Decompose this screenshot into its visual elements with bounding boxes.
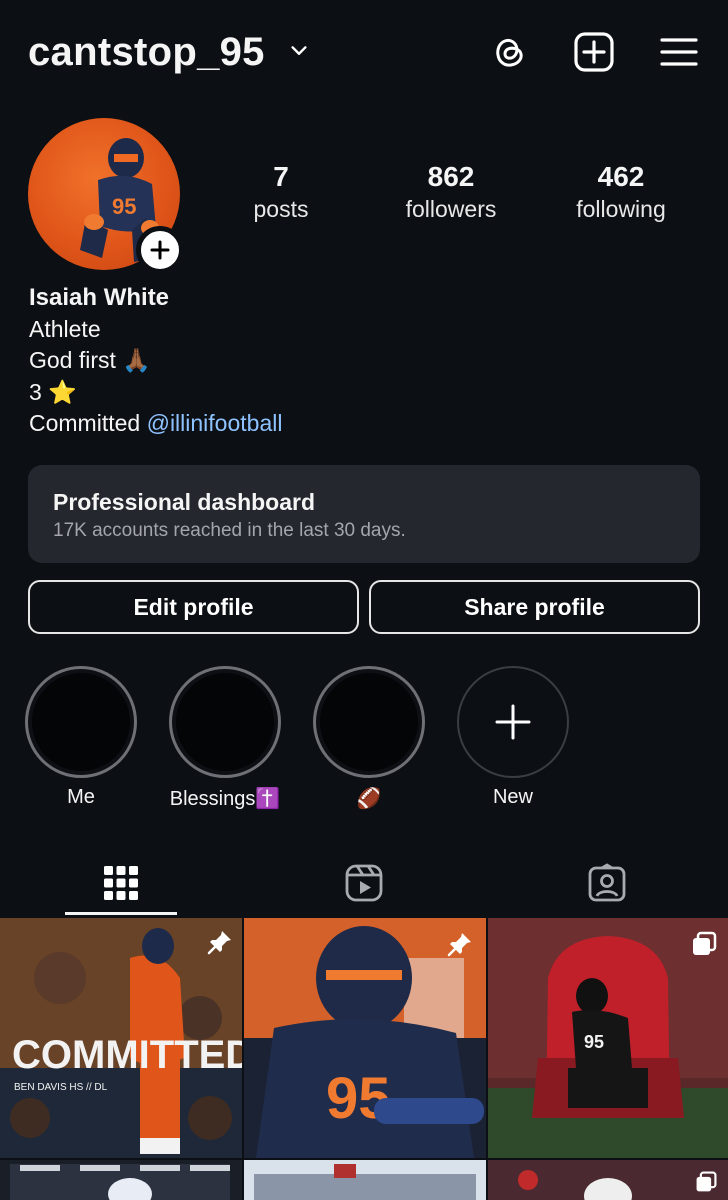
grid-post[interactable] <box>0 1160 242 1200</box>
professional-dashboard[interactable]: Professional dashboard 17K accounts reac… <box>28 465 700 563</box>
edit-profile-button[interactable]: Edit profile <box>28 580 359 634</box>
highlight-ring <box>169 666 281 778</box>
post-thumbnail <box>244 1160 486 1200</box>
pin-icon <box>447 933 471 957</box>
grid-icon <box>104 866 138 900</box>
highlight-me[interactable]: Me <box>25 666 137 809</box>
following-count-label: following <box>576 196 666 222</box>
profile-page: cantstop_95 95 7 posts 862 followers 462… <box>0 0 728 1200</box>
pin-icon <box>207 931 231 955</box>
bio-line: 3 ⭐ <box>29 378 77 405</box>
highlight-label: Me <box>67 786 95 808</box>
svg-text:BEN DAVIS HS // DL: BEN DAVIS HS // DL <box>14 1082 108 1093</box>
top-bar: cantstop_95 <box>0 0 728 110</box>
posts-count[interactable]: 7 posts <box>206 160 356 224</box>
tab-tagged[interactable] <box>486 852 728 914</box>
dashboard-title: Professional dashboard <box>53 489 316 515</box>
grid-post[interactable] <box>488 1160 728 1200</box>
following-count[interactable]: 462 following <box>546 160 696 224</box>
grid-post[interactable] <box>244 1160 486 1200</box>
profile-category: Athlete <box>29 315 101 342</box>
tab-reels[interactable] <box>243 852 485 914</box>
highlight-cover <box>176 673 274 771</box>
highlight-ring <box>457 666 569 778</box>
dashboard-subtitle: 17K accounts reached in the last 30 days… <box>53 520 406 541</box>
posts-count-label: posts <box>253 196 309 222</box>
carousel-icon <box>693 931 717 955</box>
jersey-number: 95 <box>584 1032 604 1052</box>
posts-count-value: 7 <box>273 161 289 192</box>
post-thumbnail <box>0 1160 242 1200</box>
threads-icon[interactable] <box>488 30 532 74</box>
chevron-down-icon[interactable] <box>288 40 310 62</box>
svg-text:95: 95 <box>112 194 136 219</box>
highlight-ring <box>313 666 425 778</box>
profile-bio: Isaiah White Athlete God first 🙏🏾 3 ⭐ Co… <box>29 282 282 440</box>
post-thumbnail <box>488 1160 728 1200</box>
bio-line: Committed @illinifootball <box>29 408 282 440</box>
plus-icon <box>495 704 531 740</box>
plus-icon <box>150 240 170 260</box>
followers-count[interactable]: 862 followers <box>376 160 526 224</box>
highlight-ring <box>25 666 137 778</box>
mention-link[interactable]: @illinifootball <box>147 410 283 436</box>
tab-posts-grid[interactable] <box>0 852 242 914</box>
highlight-cover <box>320 673 418 771</box>
tagged-icon <box>588 863 626 902</box>
display-name: Isaiah White <box>29 284 170 311</box>
active-tab-indicator <box>65 912 177 915</box>
followers-count-label: followers <box>405 196 497 222</box>
followers-count-value: 862 <box>427 161 475 192</box>
username-title[interactable]: cantstop_95 <box>28 30 265 75</box>
following-count-value: 462 <box>597 161 645 192</box>
grid-post[interactable]: 95 <box>244 918 486 1158</box>
carousel-icon <box>696 1171 717 1192</box>
post-overlay-text: COMMITTED <box>12 1033 242 1077</box>
menu-icon[interactable] <box>657 30 701 74</box>
posts-grid: COMMITTED BEN DAVIS HS // DL 95 95 <box>0 918 728 1200</box>
highlight-new[interactable]: New <box>457 666 569 809</box>
new-post-icon[interactable] <box>572 30 616 74</box>
reels-icon <box>345 864 383 902</box>
bio-text: Committed <box>29 410 147 436</box>
highlight-label: 🏈 <box>356 788 382 810</box>
highlight-football[interactable]: 🏈 <box>313 666 425 811</box>
add-story-button[interactable] <box>136 226 184 274</box>
highlight-label: Blessings✝️ <box>169 788 281 810</box>
share-profile-button[interactable]: Share profile <box>369 580 700 634</box>
highlight-label: New <box>492 786 533 808</box>
grid-post[interactable]: 95 <box>488 918 728 1158</box>
highlight-cover <box>32 673 130 771</box>
grid-post[interactable]: COMMITTED BEN DAVIS HS // DL <box>0 918 242 1158</box>
highlight-blessings[interactable]: Blessings✝️ <box>169 666 281 811</box>
bio-line: God first 🙏🏾 <box>29 347 151 373</box>
